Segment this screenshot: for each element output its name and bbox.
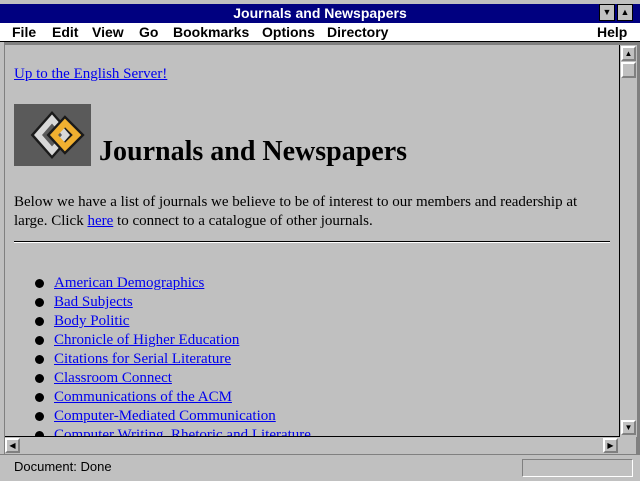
horizontal-scrollbar[interactable]: ◀ ▶ <box>5 436 619 454</box>
maximize-button[interactable]: ▲ <box>617 4 633 21</box>
list-item: Communications of the ACM <box>35 388 311 407</box>
list-item: Classroom Connect <box>35 369 311 388</box>
right-arrow-icon: ▶ <box>607 441 614 450</box>
scroll-down-button[interactable]: ▼ <box>621 420 636 435</box>
bullet-icon <box>35 393 44 402</box>
journal-link[interactable]: Body Politic <box>54 313 129 329</box>
journal-link[interactable]: Chronicle of Higher Education <box>54 332 239 348</box>
journal-link[interactable]: Computer-Mediated Communication <box>54 408 276 424</box>
journal-link[interactable]: American Demographics <box>54 275 204 291</box>
journal-list: American Demographics Bad Subjects Body … <box>35 274 311 436</box>
catalogue-link[interactable]: here <box>87 213 113 229</box>
scroll-up-button[interactable]: ▲ <box>621 46 636 61</box>
scrollbar-corner <box>619 437 636 453</box>
list-item: Computer Writing, Rhetoric and Literatur… <box>35 426 311 436</box>
list-item: Bad Subjects <box>35 293 311 312</box>
list-item: Computer-Mediated Communication <box>35 407 311 426</box>
menu-bar: File Edit View Go Bookmarks Options Dire… <box>0 23 640 42</box>
browser-window: Journals and Newspapers ▼ ▲ File Edit Vi… <box>0 0 640 481</box>
menu-file[interactable]: File <box>12 23 36 41</box>
status-bar: Document: Done <box>0 454 640 481</box>
list-item: Citations for Serial Literature <box>35 350 311 369</box>
list-item: American Demographics <box>35 274 311 293</box>
left-arrow-icon: ◀ <box>9 441 16 450</box>
up-to-english-server-link[interactable]: Up to the English Server! <box>14 66 167 83</box>
page-title: Journals and Newspapers <box>99 136 408 167</box>
journal-link[interactable]: Computer Writing, Rhetoric and Literatur… <box>54 427 311 436</box>
bullet-icon <box>35 412 44 421</box>
journal-link[interactable]: Bad Subjects <box>54 294 133 310</box>
menu-bookmarks[interactable]: Bookmarks <box>173 23 249 41</box>
bullet-icon <box>35 374 44 383</box>
journal-link[interactable]: Classroom Connect <box>54 370 172 386</box>
scroll-right-button[interactable]: ▶ <box>603 438 618 453</box>
title-bar: Journals and Newspapers <box>0 4 640 23</box>
menu-help[interactable]: Help <box>597 23 627 41</box>
menu-options[interactable]: Options <box>262 23 315 41</box>
horizontal-rule <box>14 241 610 243</box>
interlocking-diamonds-logo <box>14 104 91 166</box>
journal-link[interactable]: Communications of the ACM <box>54 389 232 405</box>
page-content: Up to the English Server! Journals and N… <box>5 47 617 436</box>
intro-paragraph: Below we have a list of journals we beli… <box>14 193 594 231</box>
menu-edit[interactable]: Edit <box>52 23 78 41</box>
menu-directory[interactable]: Directory <box>327 23 388 41</box>
minimize-button[interactable]: ▼ <box>599 4 615 21</box>
bullet-icon <box>35 279 44 288</box>
vertical-scroll-thumb[interactable] <box>621 62 636 78</box>
up-triangle-icon: ▲ <box>620 7 630 17</box>
journal-link[interactable]: Citations for Serial Literature <box>54 351 231 367</box>
scroll-left-button[interactable]: ◀ <box>5 438 20 453</box>
bullet-icon <box>35 317 44 326</box>
frame-border <box>0 42 640 45</box>
menu-view[interactable]: View <box>92 23 124 41</box>
progress-indicator <box>522 459 633 477</box>
bullet-icon <box>35 336 44 345</box>
bullet-icon <box>35 298 44 307</box>
down-triangle-icon: ▼ <box>602 7 612 17</box>
intro-text-end: to connect to a catalogue of other journ… <box>113 213 373 229</box>
bullet-icon <box>35 355 44 364</box>
menu-go[interactable]: Go <box>139 23 158 41</box>
list-item: Chronicle of Higher Education <box>35 331 311 350</box>
window-title: Journals and Newspapers <box>233 5 407 21</box>
vertical-scrollbar[interactable]: ▲ ▼ <box>619 45 637 437</box>
down-arrow-icon: ▼ <box>624 423 633 432</box>
up-arrow-icon: ▲ <box>624 49 633 58</box>
list-item: Body Politic <box>35 312 311 331</box>
status-text: Document: Done <box>14 459 112 474</box>
